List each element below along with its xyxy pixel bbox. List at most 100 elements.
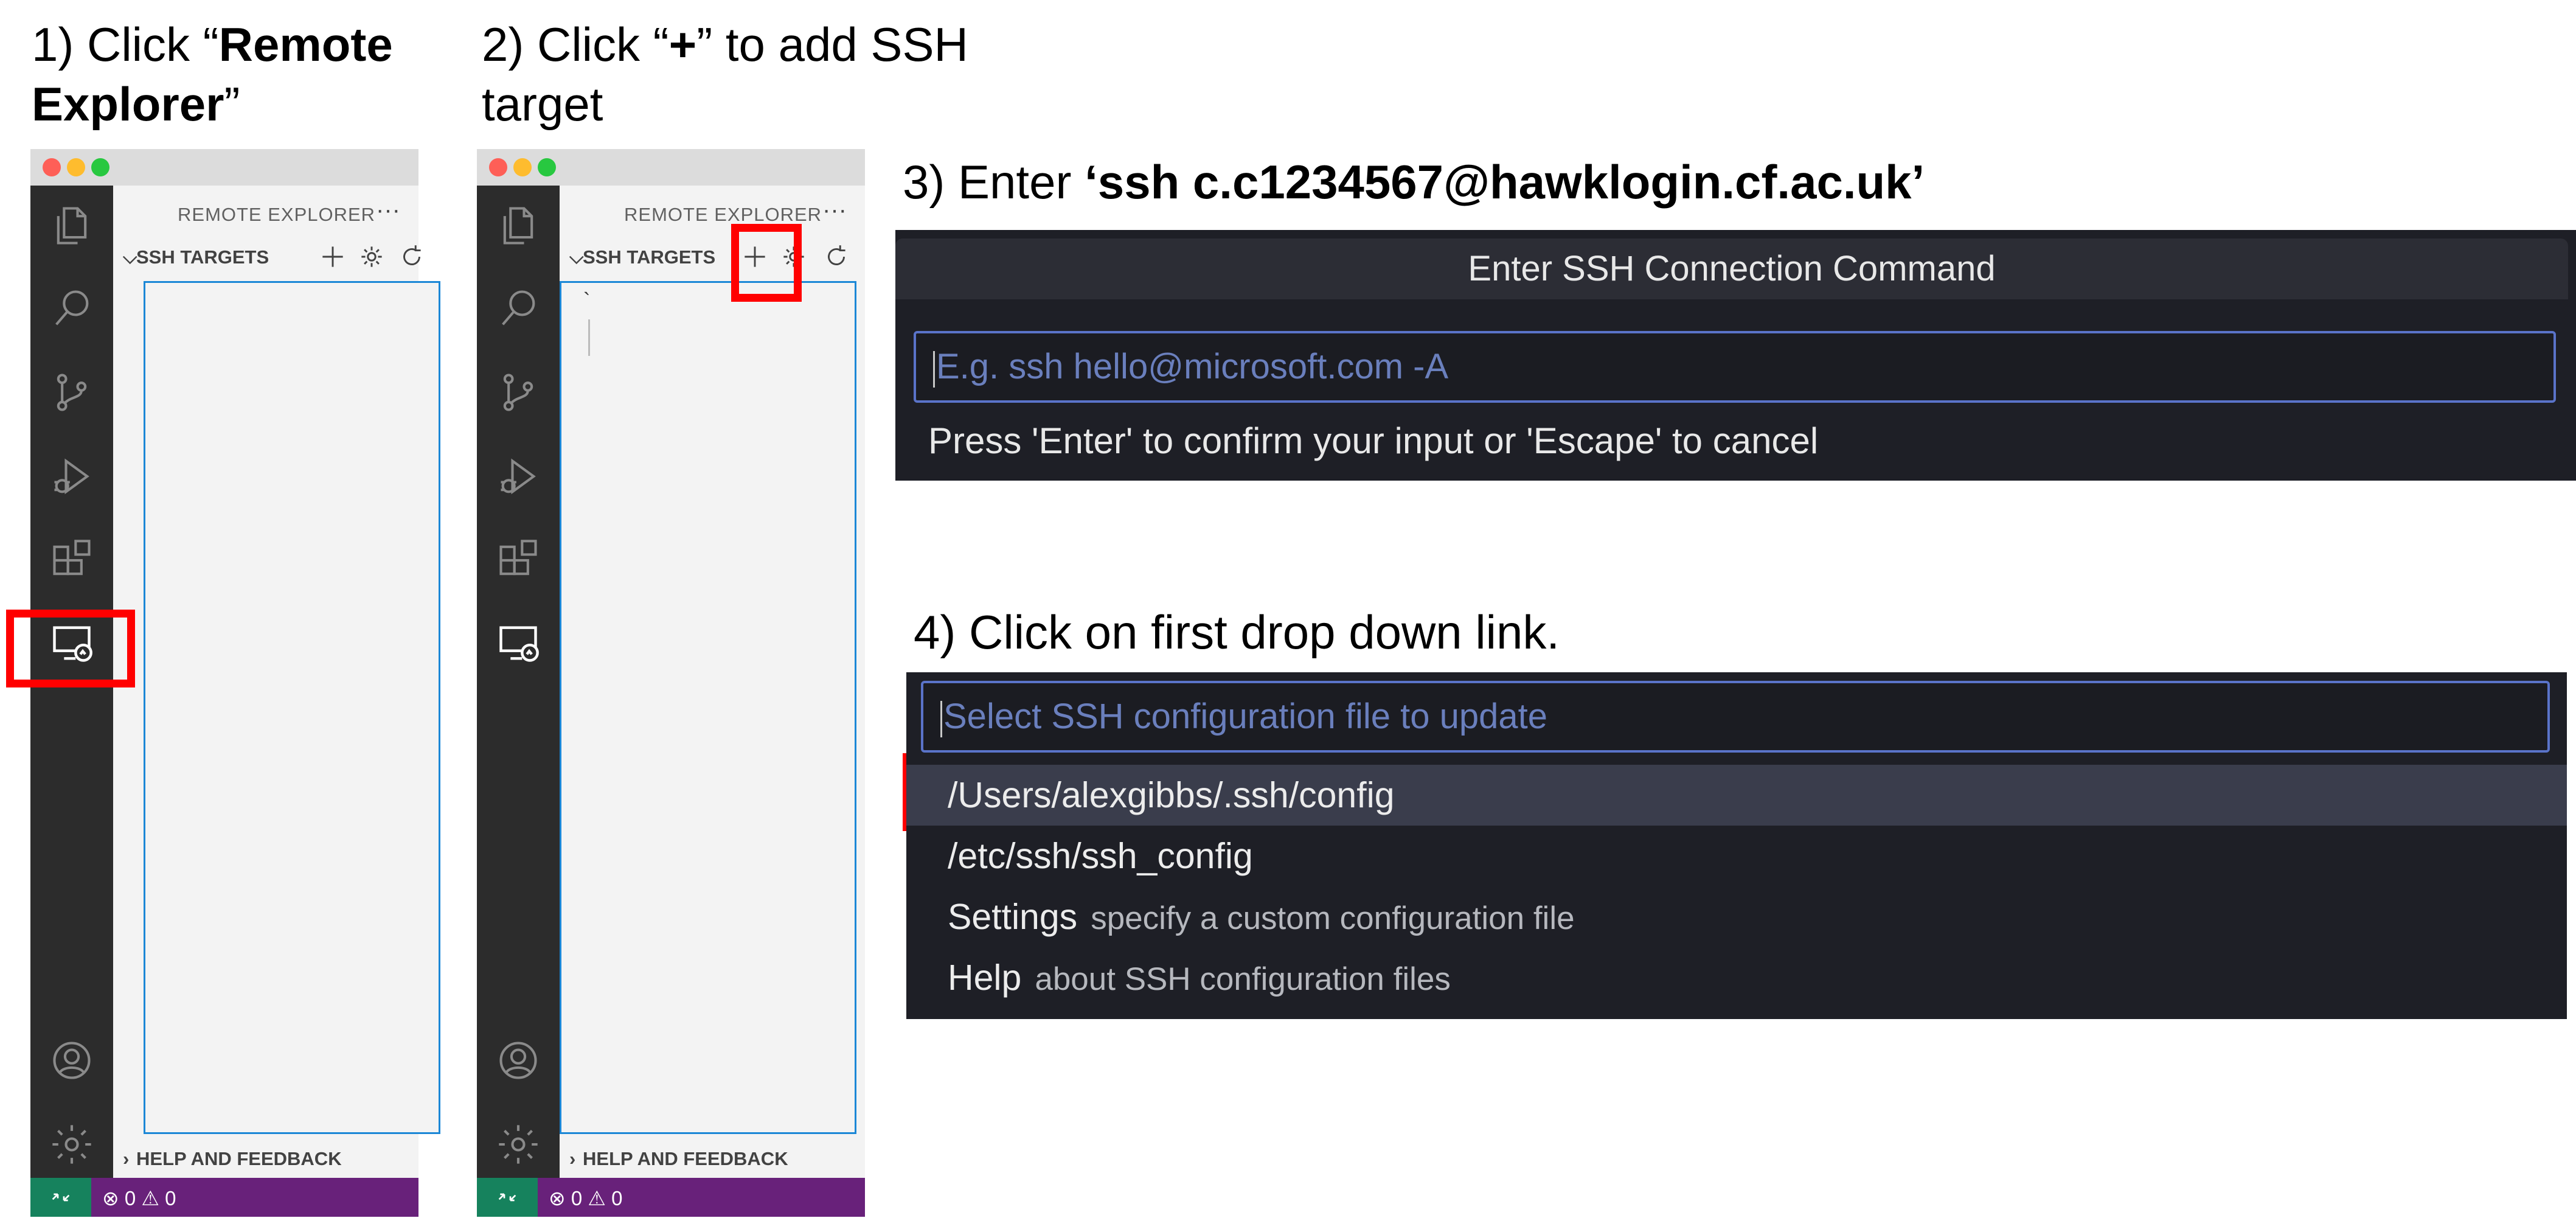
step-4-text: 4) Click on first drop down link.: [914, 605, 1560, 659]
status-bar: ⊗ 0 ⚠ 0: [477, 1178, 865, 1217]
config-option-user[interactable]: /Users/alexgibbs/.ssh/config: [906, 765, 2567, 826]
error-count: 0: [571, 1187, 583, 1209]
error-icon: ⊗: [102, 1187, 119, 1209]
ssh-targets-section-header[interactable]: ⌵SSH TARGETS: [123, 246, 269, 269]
refresh-icon[interactable]: [397, 242, 427, 272]
ssh-command-input[interactable]: E.g. ssh hello@microsoft.com -A: [914, 331, 2556, 403]
title-bar: [477, 149, 865, 186]
help-label: HELP AND FEEDBACK: [136, 1148, 342, 1169]
step-3-prefix: 3) Enter: [903, 155, 1085, 209]
text-caret: [940, 700, 942, 737]
add-icon[interactable]: [318, 242, 348, 272]
chevron-right-icon: ›: [569, 1148, 576, 1169]
step-2-suffix: ” to add SSH: [696, 18, 968, 71]
activity-bar: [477, 186, 560, 1178]
dialog-hint: Press 'Enter' to confirm your input or '…: [928, 420, 1819, 461]
ssh-config-picker: Select SSH configuration file to update …: [906, 672, 2567, 1019]
vscode-window-2: REMOTE EXPLORER ··· ⌵SSH TARGETS ` › HELP…: [477, 149, 865, 1217]
problems-indicator[interactable]: ⊗ 0 ⚠ 0: [102, 1186, 176, 1210]
extensions-icon[interactable]: [49, 537, 95, 583]
step-1-bold-2: Explorer: [32, 77, 224, 131]
step-2-bold: +: [668, 18, 697, 71]
option-label: Settings: [948, 897, 1078, 937]
error-icon: ⊗: [549, 1187, 566, 1209]
account-icon[interactable]: [49, 1037, 95, 1084]
refresh-icon[interactable]: [821, 242, 852, 272]
error-count: 0: [124, 1187, 136, 1209]
ssh-connection-dialog: Enter SSH Connection Command E.g. ssh he…: [895, 230, 2576, 481]
dialog-title: Enter SSH Connection Command: [895, 238, 2568, 299]
remote-indicator-button[interactable]: [30, 1178, 91, 1217]
close-window-button[interactable]: [43, 158, 61, 176]
close-window-button[interactable]: [489, 158, 507, 176]
option-description: specify a custom configuration file: [1091, 900, 1575, 936]
ssh-targets-list[interactable]: `: [560, 281, 856, 1134]
remote-explorer-sidebar: REMOTE EXPLORER ··· ⌵SSH TARGETS ` › HELP…: [560, 186, 865, 1178]
warning-icon: ⚠: [588, 1187, 606, 1209]
config-placeholder: Select SSH configuration file to update: [943, 697, 1548, 736]
zoom-window-button[interactable]: [91, 158, 109, 176]
step-3-command: ‘ssh c.c1234567@hawklogin.cf.ac.uk’: [1085, 155, 1925, 209]
account-icon[interactable]: [495, 1037, 541, 1084]
step-1-suffix: ”: [224, 77, 240, 131]
ssh-targets-list[interactable]: [144, 281, 440, 1134]
option-description: about SSH configuration files: [1035, 961, 1451, 997]
search-icon[interactable]: [49, 286, 95, 332]
run-debug-icon[interactable]: [49, 453, 95, 499]
source-control-icon[interactable]: [49, 369, 95, 416]
option-label: /etc/ssh/ssh_config: [948, 836, 1253, 876]
zoom-window-button[interactable]: [538, 158, 556, 176]
more-actions-icon[interactable]: ···: [376, 197, 400, 224]
remote-explorer-icon[interactable]: [495, 620, 541, 666]
warning-count: 0: [165, 1187, 176, 1209]
config-file-input[interactable]: Select SSH configuration file to update: [921, 681, 2550, 753]
config-option-system[interactable]: /etc/ssh/ssh_config: [906, 826, 1253, 886]
minimize-window-button[interactable]: [513, 158, 532, 176]
explorer-icon[interactable]: [495, 203, 541, 249]
more-actions-icon[interactable]: ···: [822, 197, 847, 224]
config-option-help[interactable]: Help about SSH configuration files: [906, 947, 1451, 1008]
step-2-caption: 2) Click “+” to add SSH target: [482, 15, 968, 134]
ssh-command-placeholder: E.g. ssh hello@microsoft.com -A: [936, 347, 1449, 386]
help-feedback-section-header[interactable]: › HELP AND FEEDBACK: [123, 1148, 342, 1170]
chevron-right-icon: ›: [123, 1148, 130, 1169]
section-label: SSH TARGETS: [583, 246, 716, 268]
highlight-add-ssh-target: [731, 224, 802, 302]
manage-gear-icon[interactable]: [495, 1121, 541, 1168]
option-label: /Users/alexgibbs/.ssh/config: [948, 775, 1395, 815]
remote-explorer-sidebar: REMOTE EXPLORER ··· ⌵SSH TARGETS › HELP A…: [113, 186, 440, 1178]
gear-icon[interactable]: [356, 242, 387, 272]
warning-count: 0: [611, 1187, 623, 1209]
problems-indicator[interactable]: ⊗ 0 ⚠ 0: [549, 1186, 622, 1210]
step-1-caption: 1) Click “Remote Explorer”: [32, 15, 393, 134]
config-option-settings[interactable]: Settings specify a custom configuration f…: [906, 886, 1575, 947]
help-feedback-section-header[interactable]: › HELP AND FEEDBACK: [569, 1148, 788, 1170]
ssh-targets-section-header[interactable]: ⌵SSH TARGETS: [569, 246, 715, 269]
warning-icon: ⚠: [141, 1187, 159, 1209]
step-4-caption: 4) Click on first drop down link.: [914, 602, 1560, 662]
explorer-icon[interactable]: [49, 203, 95, 249]
manage-gear-icon[interactable]: [49, 1121, 95, 1168]
step-1-prefix: 1) Click “: [32, 18, 219, 71]
panel-title: REMOTE EXPLORER: [624, 204, 822, 225]
step-1-bold: Remote: [218, 18, 393, 71]
title-bar: [30, 149, 418, 186]
step-3-caption: 3) Enter ‘ssh c.c1234567@hawklogin.cf.ac…: [903, 152, 1925, 212]
status-bar: ⊗ 0 ⚠ 0: [30, 1178, 418, 1217]
option-label: Help: [948, 958, 1022, 998]
remote-indicator-button[interactable]: [477, 1178, 538, 1217]
highlight-remote-explorer-icon: [6, 610, 135, 687]
search-icon[interactable]: [495, 286, 541, 332]
chevron-down-icon: ⌵: [569, 246, 584, 268]
step-2-prefix: 2) Click “: [482, 18, 669, 71]
text-caret: [933, 350, 935, 388]
text-cursor: [588, 319, 590, 356]
minimize-window-button[interactable]: [67, 158, 85, 176]
step-2-line2: target: [482, 77, 603, 131]
run-debug-icon[interactable]: [495, 453, 541, 499]
chevron-down-icon: ⌵: [123, 246, 137, 268]
extensions-icon[interactable]: [495, 537, 541, 583]
source-control-icon[interactable]: [495, 369, 541, 416]
input-caret-mark: `: [583, 289, 591, 312]
help-label: HELP AND FEEDBACK: [583, 1148, 788, 1169]
